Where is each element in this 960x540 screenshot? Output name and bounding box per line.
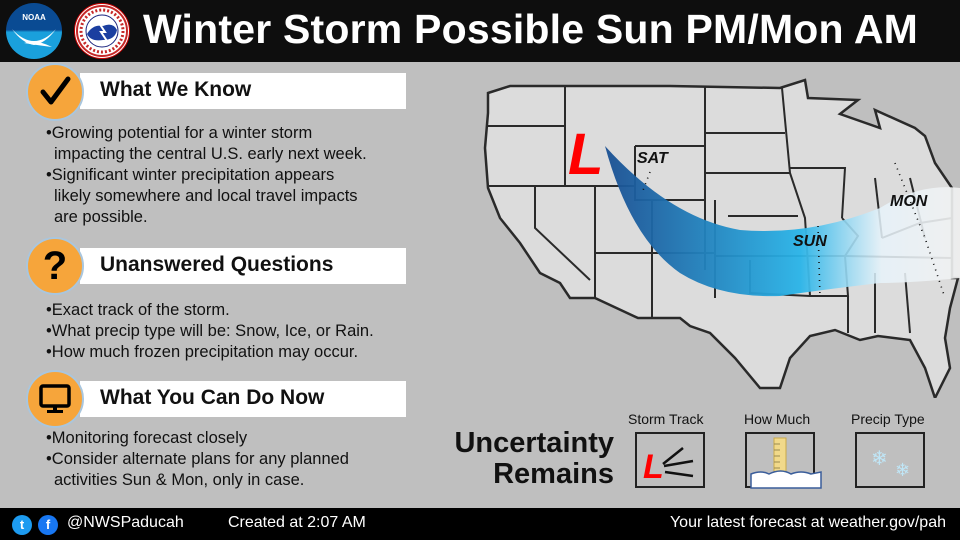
how-much-label: How Much: [744, 411, 811, 427]
section-what-you-can-do-header: What You Can Do Now: [80, 381, 406, 417]
us-map: L SAT SUN MON: [483, 78, 960, 398]
page-title: Winter Storm Possible Sun PM/Mon AM: [143, 6, 919, 52]
bullet-line: •Consider alternate plans for any planne…: [46, 450, 349, 468]
nws-emblem-icon: [76, 5, 128, 57]
storm-track-icon: L: [635, 432, 705, 488]
snowflake-glyph: ❄: [895, 460, 911, 480]
snowflake-glyph: ❄: [871, 448, 888, 470]
bullet-line: •How much frozen precipitation may occur…: [46, 343, 359, 361]
forecast-link[interactable]: Your latest forecast at weather.gov/pah: [670, 514, 946, 532]
bullet-line: •Growing potential for a winter storm: [46, 124, 313, 142]
created-timestamp: Created at 2:07 AM: [228, 514, 366, 531]
twitter-icon[interactable]: t: [12, 515, 32, 535]
social-handle[interactable]: @NWSPaducah: [67, 514, 184, 532]
uncertainty-title: Uncertainty Remains: [446, 428, 614, 490]
bullet-line: •What precip type will be: Snow, Ice, or…: [46, 322, 374, 340]
section-heading: What You Can Do Now: [100, 386, 325, 409]
uncertainty-title-line2: Remains: [493, 458, 614, 490]
question-mark-icon: ?: [26, 237, 84, 295]
day-label-sun: SUN: [793, 233, 827, 250]
checkmark-icon: [26, 63, 84, 121]
bullet-line: impacting the central U.S. early next we…: [54, 145, 367, 163]
low-pressure-symbol: L: [568, 122, 603, 187]
day-label-sat: SAT: [637, 150, 669, 167]
noaa-bird-icon: [12, 29, 56, 47]
snowflake-icon: ❄ ❄: [855, 432, 925, 488]
bullet-line: are possible.: [54, 208, 148, 226]
section-heading: Unanswered Questions: [100, 253, 334, 276]
uncertainty-title-line1: Uncertainty: [454, 427, 614, 459]
precip-type-label: Precip Type: [851, 411, 925, 427]
footer-bar: t f @NWSPaducah Created at 2:07 AM Your …: [0, 508, 960, 540]
facebook-icon[interactable]: f: [38, 515, 58, 535]
header-bar: NOAA Winter Storm Possible Sun PM/Mon AM: [0, 0, 960, 62]
svg-text:L: L: [643, 448, 664, 486]
snow-ruler-icon: [745, 432, 822, 489]
bullet-line: •Monitoring forecast closely: [46, 429, 248, 447]
section-what-we-know-bullets: •Growing potential for a winter storm im…: [46, 123, 367, 228]
bullet-line: •Exact track of the storm.: [46, 301, 230, 319]
section-unanswered-questions-header: Unanswered Questions: [80, 248, 406, 284]
storm-track-label: Storm Track: [628, 411, 704, 427]
section-what-we-know-header: What We Know: [80, 73, 406, 109]
section-what-you-can-do-bullets: •Monitoring forecast closely •Consider a…: [46, 428, 349, 491]
section-heading: What We Know: [100, 78, 252, 101]
monitor-icon: [26, 370, 84, 428]
noaa-logo: NOAA: [6, 3, 62, 59]
section-unanswered-questions-bullets: •Exact track of the storm. •What precip …: [46, 300, 374, 363]
bullet-line: •Significant winter precipitation appear…: [46, 166, 335, 184]
bullet-line: likely somewhere and local travel impact…: [54, 187, 358, 205]
bullet-line: activities Sun & Mon, only in case.: [54, 471, 305, 489]
day-label-mon: MON: [890, 193, 928, 210]
nws-logo: [74, 3, 130, 59]
